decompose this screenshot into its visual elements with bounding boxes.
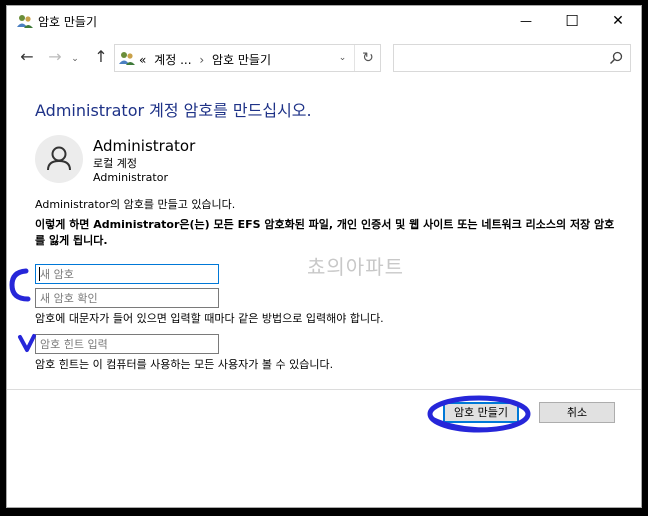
annotation-circle-mark [427,395,531,433]
annotation-bracket-mark [9,268,31,302]
annotation-overlay [9,268,531,433]
annotation-check-mark [18,334,36,352]
